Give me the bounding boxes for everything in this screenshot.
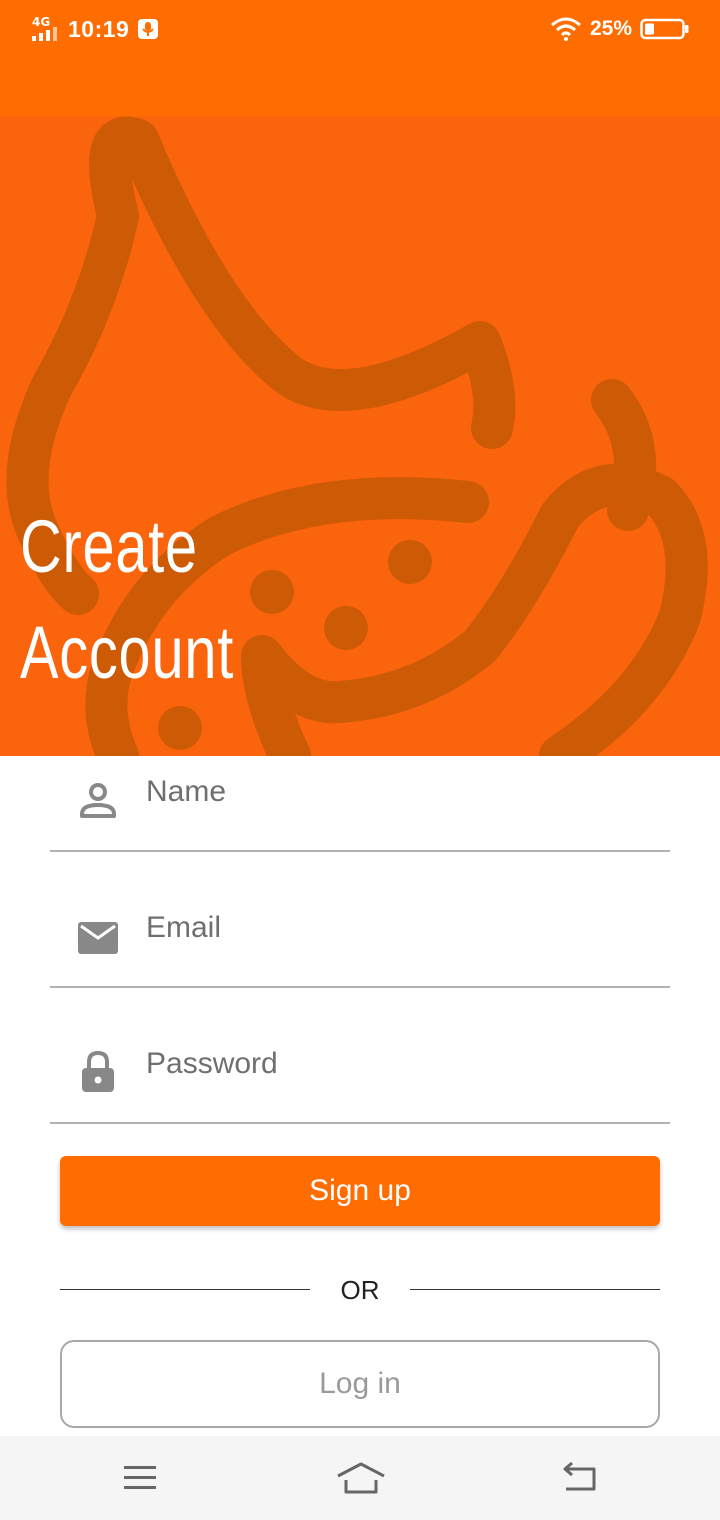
battery-icon bbox=[640, 18, 689, 40]
back-icon bbox=[563, 1461, 596, 1491]
nav-back-button[interactable] bbox=[558, 1458, 602, 1498]
or-divider: OR bbox=[60, 1270, 660, 1310]
nav-home-button[interactable] bbox=[336, 1458, 386, 1498]
name-field bbox=[50, 732, 670, 852]
nav-menu-button[interactable] bbox=[118, 1458, 162, 1498]
sign-up-button[interactable]: Sign up bbox=[60, 1156, 660, 1226]
status-left: 4G 10:19 bbox=[30, 13, 159, 45]
password-field bbox=[50, 1004, 670, 1124]
password-input[interactable] bbox=[146, 1004, 646, 1124]
email-field bbox=[50, 868, 670, 988]
mail-icon bbox=[78, 922, 118, 954]
person-icon bbox=[80, 783, 116, 818]
system-nav-bar bbox=[0, 1436, 720, 1520]
status-bar: 4G 10:19 25% bbox=[0, 0, 720, 58]
status-time: 10:19 bbox=[68, 15, 130, 42]
signal-4g-icon: 4G bbox=[32, 15, 57, 41]
home-icon bbox=[337, 1462, 385, 1494]
hero-banner: Create Account bbox=[0, 116, 720, 756]
battery-percent: 25% bbox=[589, 17, 632, 40]
divider-line-right bbox=[410, 1289, 660, 1290]
mic-notification-icon bbox=[138, 19, 159, 39]
title-line-create: Create bbox=[20, 505, 198, 588]
name-input[interactable] bbox=[146, 732, 646, 852]
wifi-icon bbox=[550, 17, 581, 41]
page-title: Create Account bbox=[20, 494, 234, 706]
email-input[interactable] bbox=[146, 868, 646, 988]
lock-icon bbox=[82, 1050, 114, 1092]
status-right: 25% bbox=[550, 13, 690, 45]
log-in-button[interactable]: Log in bbox=[60, 1340, 660, 1428]
or-text: OR bbox=[340, 1275, 380, 1305]
title-line-account: Account bbox=[20, 611, 235, 694]
app-bar bbox=[0, 58, 720, 116]
menu-icon bbox=[124, 1466, 156, 1489]
divider-line-left bbox=[60, 1289, 310, 1290]
svg-text:4G: 4G bbox=[32, 15, 50, 29]
